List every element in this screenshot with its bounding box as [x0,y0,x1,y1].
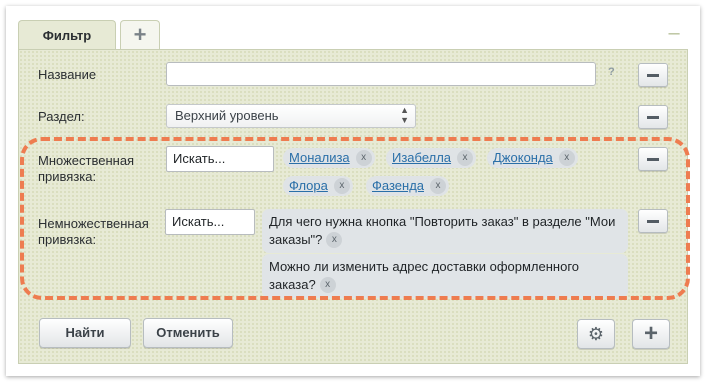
single-selected-card: Можно ли изменить адрес доставки оформле… [262,254,628,298]
single-search-text: Искать... [172,214,225,229]
remove-section-field-button[interactable] [638,105,668,129]
remove-name-field-button[interactable] [638,63,668,87]
multi-chip-link[interactable]: Джоконда [493,150,553,165]
multi-binding-label-line1: Множественная [38,153,135,168]
multi-chip: Монализа x [283,148,375,168]
add-tab-button[interactable]: + [120,20,160,50]
remove-single-field-button[interactable] [638,209,668,233]
remove-chip-icon[interactable]: x [355,150,372,166]
section-label: Раздел: [38,109,85,124]
help-icon[interactable]: ? [608,66,615,78]
section-select-value: Верхний уровень [175,108,279,123]
filter-panel [18,49,688,364]
multi-chip: Изабелла x [386,148,477,168]
multi-chip: Фазенда x [366,176,450,196]
multi-binding-label: Множественная привязка: [38,153,134,185]
cancel-button[interactable]: Отменить [143,318,233,348]
multi-chip: Флора x [283,176,353,196]
single-binding-label: Немножественная привязка: [38,216,149,248]
name-input[interactable] [166,62,596,86]
plus-icon: + [643,320,658,347]
gear-icon: ⚙ [587,324,605,344]
tab-filter[interactable]: Фильтр [18,20,116,50]
remove-chip-icon[interactable]: x [457,150,474,166]
single-selected-card: Для чего нужна кнопка "Повторить заказ" … [262,209,628,253]
remove-card-icon[interactable]: x [326,232,343,248]
select-arrows-icon: ▲ ▼ [400,105,409,125]
remove-card-icon[interactable]: x [319,277,336,293]
multi-chip-link[interactable]: Изабелла [392,150,451,165]
multi-chip-link[interactable]: Монализа [289,150,350,165]
multi-search-text: Искать... [173,151,226,166]
single-binding-label-line2: привязка: [38,232,97,247]
multi-chip-link[interactable]: Фазенда [372,178,424,193]
section-select[interactable]: Верхний уровень ▲ ▼ [166,104,416,128]
remove-chip-icon[interactable]: x [558,150,575,166]
multi-chip-link[interactable]: Флора [289,178,328,193]
add-field-button[interactable]: + [632,319,670,349]
remove-chip-icon[interactable]: x [333,178,350,194]
single-card-text: Можно ли изменить адрес доставки оформле… [269,259,580,292]
find-button[interactable]: Найти [39,318,131,348]
remove-chip-icon[interactable]: x [430,178,447,194]
multi-binding-label-line2: привязка: [38,169,97,184]
single-card-text: Для чего нужна кнопка "Повторить заказ" … [269,214,616,247]
single-search-input[interactable]: Искать... [165,209,255,235]
multi-chip: Джоконда x [487,148,578,168]
settings-button[interactable]: ⚙ [577,319,615,349]
collapse-icon[interactable]: – [667,23,681,43]
multi-search-input[interactable]: Искать... [166,146,274,172]
single-binding-label-line1: Немножественная [38,216,149,231]
name-label: Название [38,67,97,82]
remove-multi-field-button[interactable] [638,147,668,171]
